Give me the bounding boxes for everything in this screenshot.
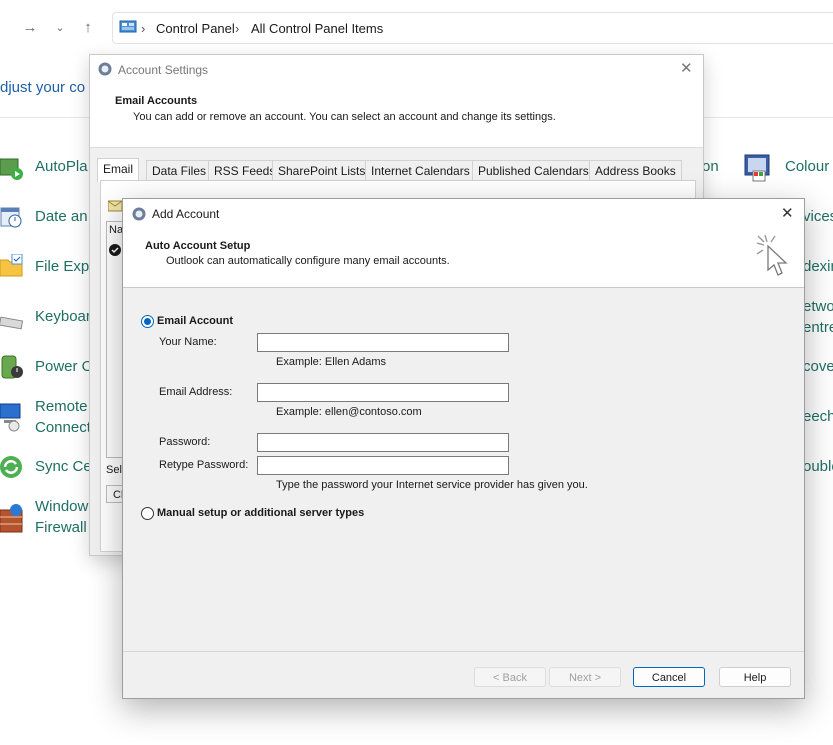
email-address-example: Example: ellen@contoso.com <box>276 406 422 418</box>
account-settings-title: Account Settings <box>118 63 209 77</box>
windows-firewall-icon <box>0 502 24 533</box>
remote-connection-icon <box>0 402 24 432</box>
tab-address-books[interactable]: Address Books <box>589 160 682 180</box>
account-settings-titlebar: Account Settings ✕ <box>90 55 703 85</box>
address-bar[interactable]: › Control Panel › All Control Panel Item… <box>112 12 833 44</box>
partial-item-speech[interactable]: eech <box>803 408 833 425</box>
email-account-radio[interactable] <box>141 315 154 328</box>
breadcrumb-all-items[interactable]: All Control Panel Items <box>251 21 383 36</box>
breadcrumb-chevron-icon: › <box>235 21 240 36</box>
breadcrumb-control-panel[interactable]: Control Panel <box>156 21 235 36</box>
keyboard-icon <box>0 310 24 334</box>
windows-firewall-link-line1[interactable]: Window <box>35 498 88 515</box>
default-account-check-icon <box>109 244 121 259</box>
partial-item-troubleshooting[interactable]: ouble <box>803 458 833 475</box>
password-input[interactable] <box>257 433 509 452</box>
sync-center-icon <box>0 455 24 479</box>
password-label: Password: <box>159 436 211 448</box>
auto-account-setup-header: Auto Account Setup Outlook can automatic… <box>123 229 804 288</box>
sync-center-link[interactable]: Sync Ce <box>35 458 92 475</box>
autoplay-link[interactable]: AutoPla <box>35 158 88 175</box>
retype-password-input[interactable] <box>257 456 509 475</box>
email-address-label: Email Address: <box>159 386 233 398</box>
password-hint: Type the password your Internet service … <box>276 479 588 491</box>
tab-internet-calendars[interactable]: Internet Calendars <box>365 160 476 180</box>
power-options-icon <box>0 352 24 379</box>
close-icon[interactable]: ✕ <box>680 59 693 77</box>
add-account-dialog: Add Account ✕ Auto Account Setup Outlook… <box>122 198 805 699</box>
windows-firewall-link-line2[interactable]: Firewall <box>35 519 87 536</box>
partial-item-network-line2[interactable]: entre <box>803 319 833 336</box>
partial-item-network-line1[interactable]: etwor <box>803 298 833 315</box>
date-time-icon <box>0 205 24 229</box>
colour-management-link[interactable]: Colour <box>785 158 829 175</box>
remote-connection-link-line1[interactable]: Remote <box>35 398 88 415</box>
file-explorer-link[interactable]: File Expl <box>35 258 93 275</box>
recent-locations-chevron-icon[interactable]: ⌄ <box>50 18 70 38</box>
colour-management-icon <box>743 153 773 183</box>
footer-divider <box>123 651 804 652</box>
tab-rss-feeds[interactable]: RSS Feeds <box>208 160 282 180</box>
tab-email[interactable]: Email <box>97 158 140 182</box>
add-account-titlebar: Add Account ✕ <box>123 199 804 229</box>
add-account-title: Add Account <box>152 207 220 221</box>
partial-item-link[interactable]: on <box>702 158 719 175</box>
manual-setup-radio[interactable] <box>141 507 154 520</box>
tab-sharepoint-lists[interactable]: SharePoint Lists <box>272 160 372 180</box>
control-panel-icon <box>119 19 137 38</box>
outlook-app-icon <box>98 62 112 79</box>
power-options-link[interactable]: Power O <box>35 358 93 375</box>
email-accounts-heading: Email Accounts <box>115 95 198 107</box>
next-button[interactable]: Next > <box>549 667 621 687</box>
auto-account-setup-description: Outlook can automatically configure many… <box>166 255 450 267</box>
your-name-label: Your Name: <box>159 336 217 348</box>
your-name-input[interactable] <box>257 333 509 352</box>
keyboard-link[interactable]: Keyboar <box>35 308 91 325</box>
cancel-button[interactable]: Cancel <box>633 667 705 687</box>
outlook-app-icon <box>132 207 146 224</box>
remote-connection-link-line2[interactable]: Connect <box>35 419 91 436</box>
email-address-input[interactable] <box>257 383 509 402</box>
file-explorer-icon <box>0 253 24 278</box>
date-time-link[interactable]: Date an <box>35 208 88 225</box>
explorer-toolbar: → ⌄ ↑ › Control Panel › All Control Pane… <box>0 0 833 58</box>
forward-arrow-icon[interactable]: → <box>20 18 40 38</box>
breadcrumb-chevron-icon: › <box>141 21 146 36</box>
partial-item-indexing[interactable]: dexin <box>803 258 833 275</box>
email-account-label[interactable]: Email Account <box>157 315 233 327</box>
close-icon[interactable]: ✕ <box>781 204 794 222</box>
up-arrow-icon[interactable]: ↑ <box>78 18 98 38</box>
auto-account-setup-heading: Auto Account Setup <box>145 240 251 252</box>
manual-setup-label[interactable]: Manual setup or additional server types <box>157 507 364 519</box>
tab-data-files[interactable]: Data Files <box>146 160 213 180</box>
account-list-header: Na <box>109 224 124 236</box>
autoplay-icon <box>0 156 24 180</box>
help-button[interactable]: Help <box>719 667 791 687</box>
partial-item-vices[interactable]: vices <box>803 208 833 225</box>
account-settings-header: Email Accounts You can add or remove an … <box>90 85 703 148</box>
partial-item-recovery[interactable]: cove <box>803 358 833 375</box>
retype-password-label: Retype Password: <box>159 459 249 471</box>
email-accounts-description: You can add or remove an account. You ca… <box>133 111 556 123</box>
back-button[interactable]: < Back <box>474 667 546 687</box>
cursor-click-icon <box>755 233 791 288</box>
your-name-example: Example: Ellen Adams <box>276 356 387 368</box>
tab-published-calendars[interactable]: Published Calendars <box>472 160 595 180</box>
page-heading: djust your co <box>0 79 86 96</box>
